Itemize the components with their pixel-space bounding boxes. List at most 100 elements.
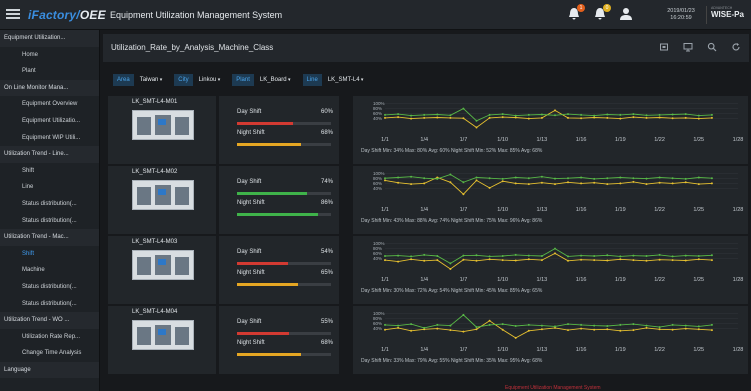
night-shift-point[interactable] [632, 323, 635, 326]
day-shift-point[interactable] [423, 116, 426, 119]
night-shift-point[interactable] [514, 325, 517, 327]
machine-card[interactable]: LK_SMT-L4-M01 [108, 96, 216, 164]
day-shift-point[interactable] [384, 179, 386, 182]
day-shift-point[interactable] [710, 259, 713, 262]
sidebar-item[interactable]: Line [0, 179, 99, 196]
machine-card[interactable]: LK_SMT-L4-M02 [108, 166, 216, 234]
night-shift-point[interactable] [449, 173, 452, 176]
day-shift-point[interactable] [514, 182, 517, 185]
day-shift-point[interactable] [462, 193, 465, 196]
sidebar-item[interactable]: Change Time Analysis [0, 345, 99, 362]
night-shift-point[interactable] [384, 177, 386, 180]
night-shift-point[interactable] [423, 113, 426, 116]
night-shift-point[interactable] [554, 247, 556, 250]
night-shift-point[interactable] [697, 176, 700, 179]
filter-dropdown[interactable]: Linkou [197, 74, 223, 86]
day-shift-point[interactable] [540, 328, 543, 331]
night-shift-point[interactable] [619, 113, 622, 116]
night-shift-point[interactable] [423, 177, 426, 180]
day-shift-point[interactable] [593, 181, 596, 184]
day-shift-point[interactable] [593, 116, 596, 119]
night-shift-point[interactable] [619, 323, 622, 326]
day-shift-point[interactable] [619, 182, 622, 185]
day-shift-point[interactable] [619, 258, 622, 261]
night-shift-point[interactable] [540, 255, 543, 257]
day-shift-point[interactable] [449, 329, 452, 332]
night-shift-point[interactable] [384, 255, 386, 257]
night-shift-point[interactable] [384, 323, 386, 326]
sidebar-item[interactable]: Shift [0, 163, 99, 180]
day-shift-point[interactable] [580, 258, 583, 261]
sidebar-item[interactable]: Status distribution(... [0, 196, 99, 213]
machine-card[interactable]: LK_SMT-L4-M04 [108, 306, 216, 374]
night-shift-point[interactable] [554, 325, 556, 328]
day-shift-point[interactable] [462, 258, 465, 261]
export-icon[interactable] [659, 42, 669, 52]
day-shift-point[interactable] [671, 328, 674, 331]
day-shift-point[interactable] [684, 181, 687, 184]
night-shift-point[interactable] [449, 114, 452, 117]
night-shift-point[interactable] [606, 254, 609, 257]
day-shift-point[interactable] [606, 259, 609, 262]
filter-dropdown[interactable]: LK_Board [258, 74, 293, 86]
day-shift-point[interactable] [475, 328, 478, 331]
day-shift-point[interactable] [540, 116, 543, 119]
night-shift-point[interactable] [658, 176, 661, 179]
day-shift-point[interactable] [632, 329, 635, 332]
night-shift-point[interactable] [658, 253, 661, 256]
day-shift-point[interactable] [397, 116, 400, 119]
day-shift-point[interactable] [384, 259, 386, 262]
day-shift-point[interactable] [658, 181, 661, 184]
sidebar-group[interactable]: Utilization Trend - Mac... [0, 229, 99, 246]
day-shift-point[interactable] [697, 117, 700, 120]
filter-dropdown[interactable]: Taiwan [138, 74, 165, 86]
night-shift-point[interactable] [540, 175, 543, 178]
night-shift-point[interactable] [684, 177, 687, 180]
night-shift-point[interactable] [475, 254, 478, 257]
day-shift-point[interactable] [514, 116, 517, 119]
day-shift-point[interactable] [606, 116, 609, 119]
day-shift-point[interactable] [475, 259, 478, 262]
day-shift-point[interactable] [501, 116, 504, 119]
night-shift-point[interactable] [462, 107, 465, 110]
night-shift-point[interactable] [423, 326, 426, 329]
day-shift-point[interactable] [658, 328, 661, 331]
day-shift-point[interactable] [684, 116, 687, 119]
night-shift-point[interactable] [527, 254, 530, 257]
day-shift-point[interactable] [567, 181, 569, 184]
sidebar-item[interactable]: Home [0, 47, 99, 64]
night-shift-point[interactable] [580, 323, 583, 326]
day-shift-point[interactable] [436, 259, 439, 262]
day-shift-point[interactable] [697, 183, 700, 186]
night-shift-point[interactable] [593, 255, 596, 257]
night-shift-point[interactable] [645, 255, 648, 257]
day-shift-point[interactable] [632, 116, 635, 119]
night-shift-point[interactable] [658, 113, 661, 116]
sidebar-item[interactable]: Equipment Utilizatio... [0, 113, 99, 130]
night-shift-point[interactable] [436, 323, 439, 326]
day-shift-point[interactable] [606, 183, 609, 186]
night-shift-point[interactable] [619, 176, 622, 179]
sidebar-item[interactable]: Status distribution(... [0, 213, 99, 230]
day-shift-point[interactable] [462, 330, 465, 333]
refresh-icon[interactable] [731, 42, 741, 52]
day-shift-point[interactable] [619, 329, 622, 332]
day-shift-point[interactable] [410, 183, 413, 186]
night-shift-point[interactable] [710, 254, 713, 257]
day-shift-point[interactable] [514, 259, 517, 262]
day-shift-point[interactable] [710, 182, 713, 185]
night-shift-point[interactable] [684, 113, 687, 116]
day-shift-point[interactable] [710, 329, 713, 332]
alarm-bell-icon[interactable]: 1 [566, 4, 585, 22]
day-shift-point[interactable] [580, 182, 583, 185]
night-shift-point[interactable] [527, 113, 530, 116]
day-shift-point[interactable] [488, 116, 491, 119]
night-shift-point[interactable] [671, 113, 674, 116]
day-shift-point[interactable] [632, 180, 635, 183]
night-shift-point[interactable] [632, 177, 635, 180]
day-shift-point[interactable] [410, 117, 413, 120]
sidebar-item[interactable]: Equipment Overview [0, 96, 99, 113]
menu-icon[interactable] [6, 7, 20, 21]
sidebar-item[interactable]: Status distribution(... [0, 279, 99, 296]
night-shift-point[interactable] [397, 324, 400, 327]
